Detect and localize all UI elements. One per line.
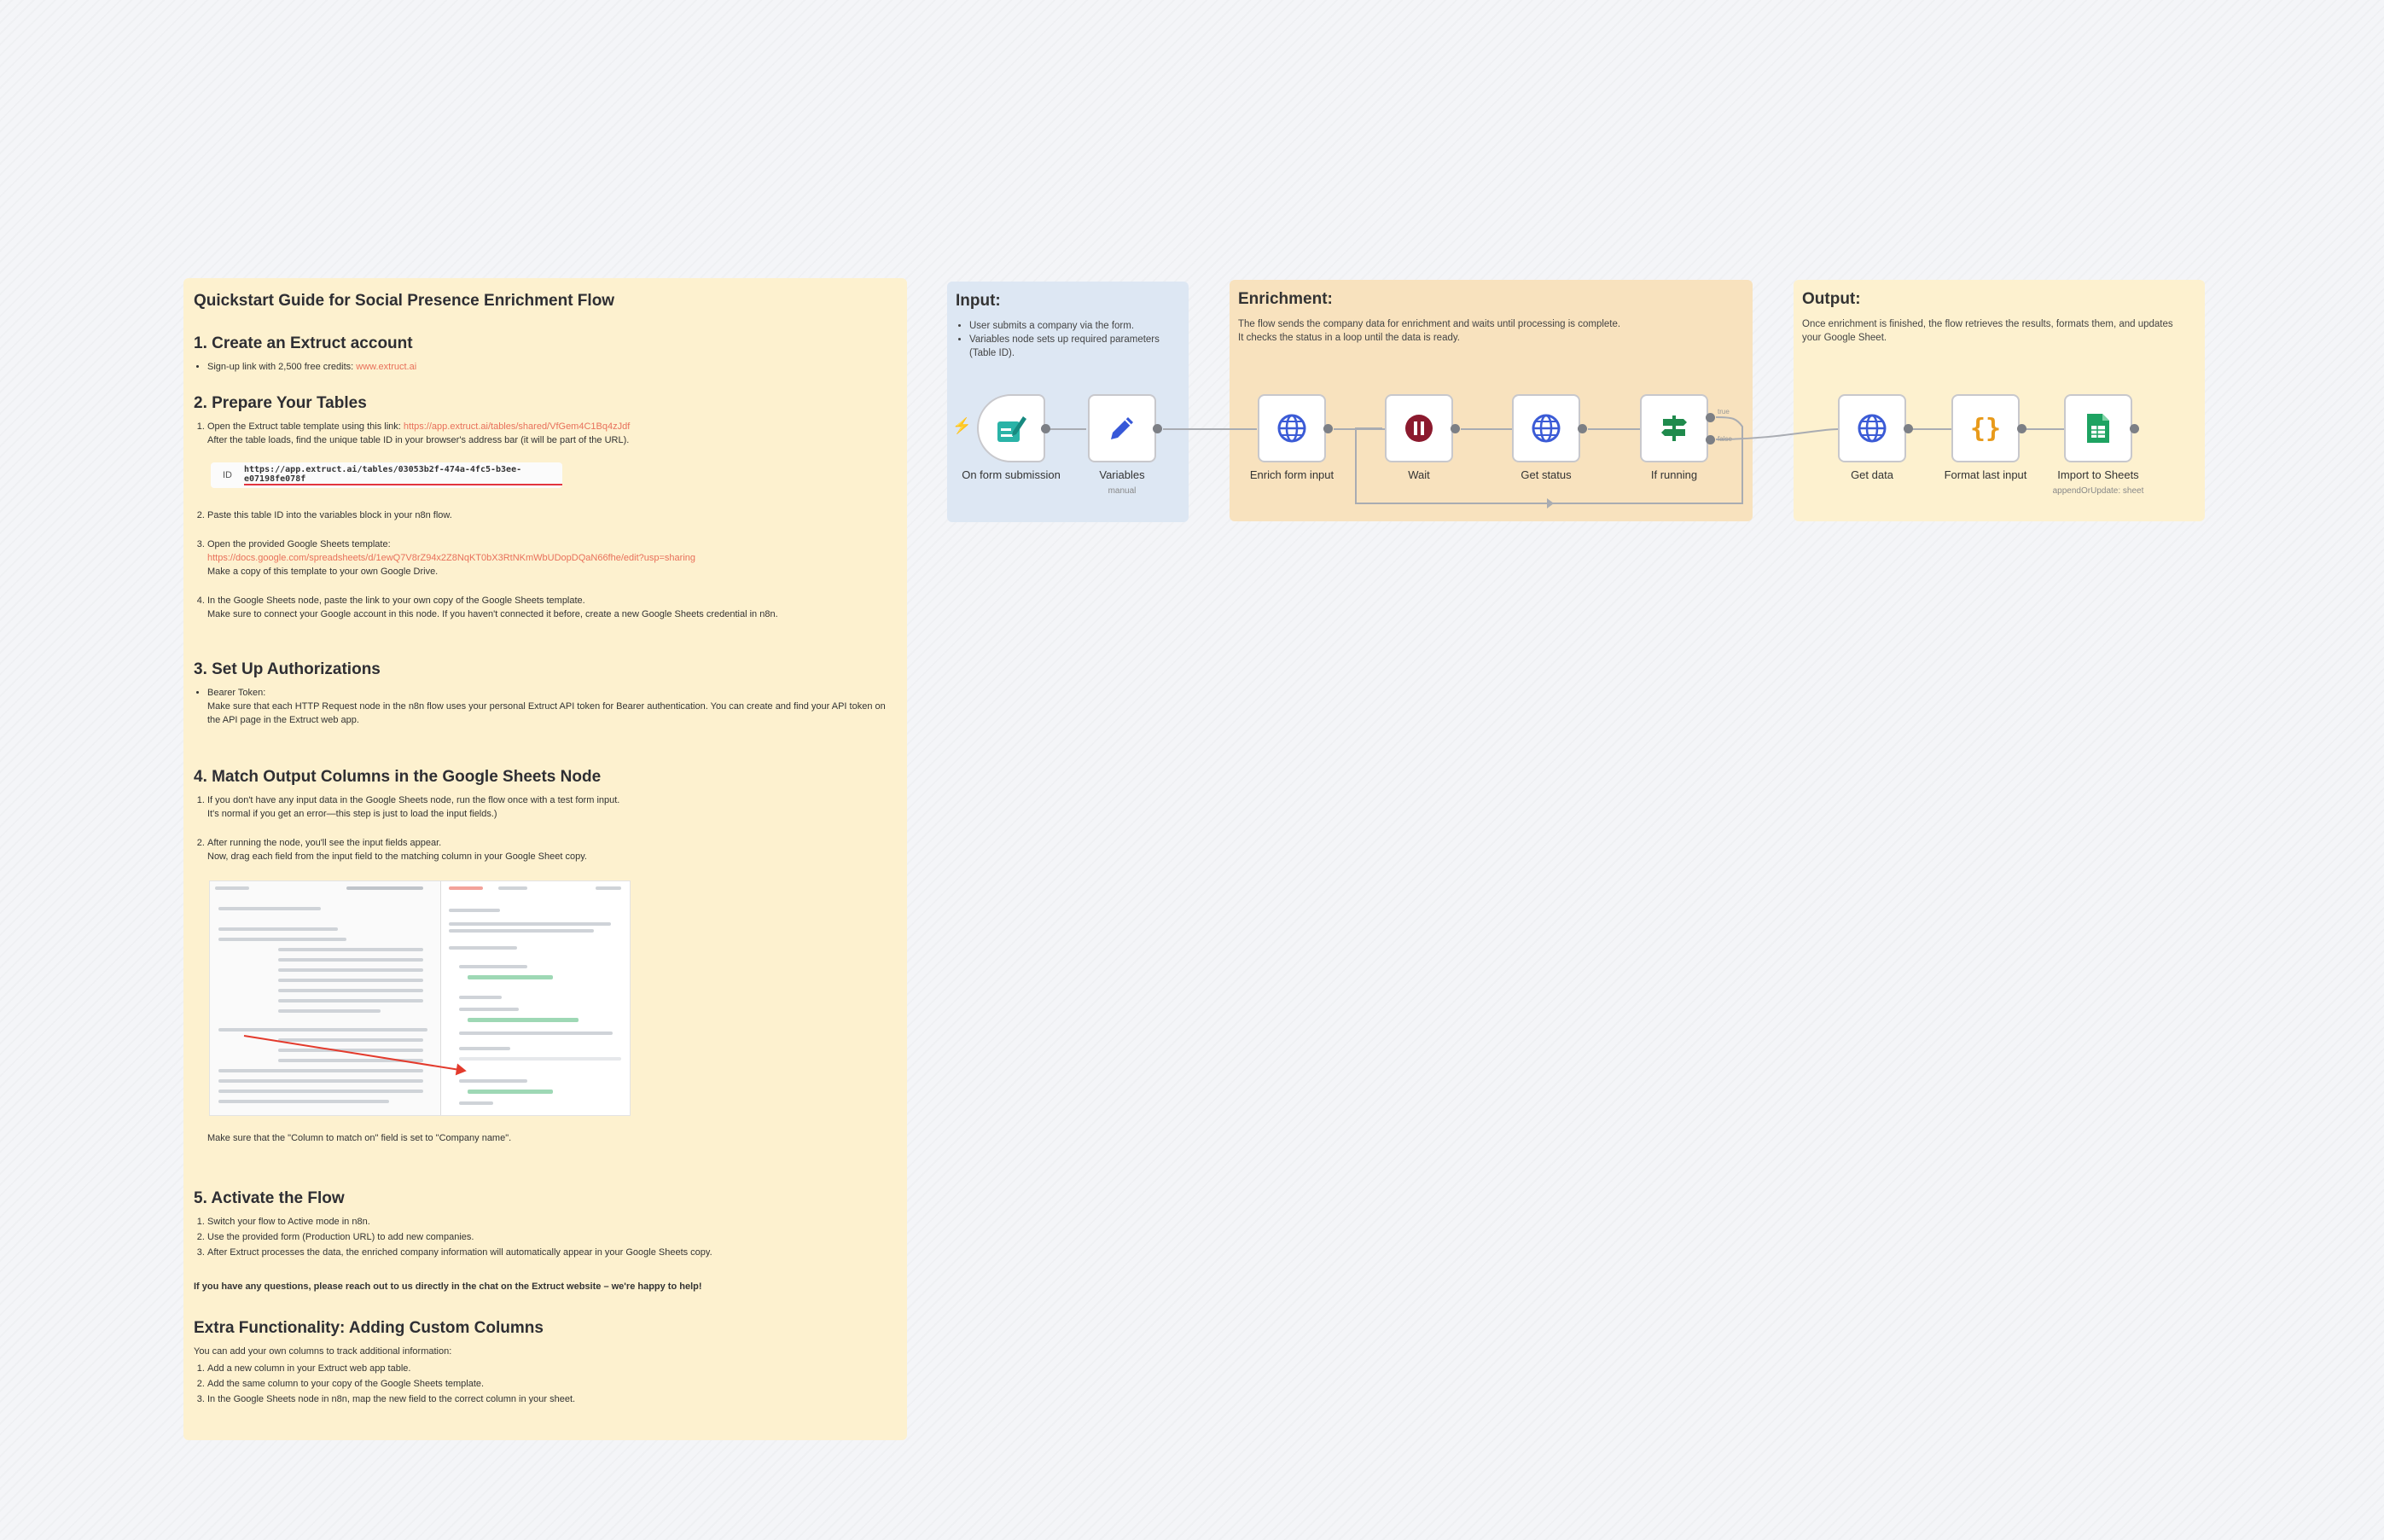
branch-icon xyxy=(1661,416,1687,441)
node-label: Format last input xyxy=(1944,468,2027,481)
node-subtitle: appendOrUpdate: sheet xyxy=(2052,486,2144,496)
false-branch-label: false xyxy=(1718,435,1732,443)
node-on-form-submission[interactable] xyxy=(977,394,1045,462)
node-label: Import to Sheets xyxy=(2057,468,2139,481)
node-enrich-form-input[interactable] xyxy=(1258,394,1326,462)
trigger-bolt-icon: ⚡ xyxy=(952,417,972,434)
sheets-icon xyxy=(2087,414,2109,443)
output-handle[interactable] xyxy=(1153,424,1162,433)
globe-icon xyxy=(1277,414,1306,443)
false-output-handle[interactable] xyxy=(1706,435,1715,445)
braces-icon: {} xyxy=(1969,413,2002,444)
node-variables[interactable] xyxy=(1088,394,1156,462)
true-branch-label: true xyxy=(1718,408,1730,416)
node-get-status[interactable] xyxy=(1512,394,1580,462)
node-label: On form submission xyxy=(962,468,1061,481)
output-handle[interactable] xyxy=(2017,424,2026,433)
output-handle[interactable] xyxy=(2130,424,2139,433)
form-icon xyxy=(997,416,1026,442)
node-label: If running xyxy=(1650,468,1698,481)
node-import-to-sheets[interactable] xyxy=(2064,394,2132,462)
output-handle[interactable] xyxy=(1041,424,1050,433)
output-handle[interactable] xyxy=(1451,424,1460,433)
pause-icon xyxy=(1405,415,1433,442)
node-label: Wait xyxy=(1408,468,1430,481)
node-subtitle: manual xyxy=(1108,486,1137,496)
output-handle[interactable] xyxy=(1578,424,1587,433)
true-output-handle[interactable] xyxy=(1706,413,1715,422)
node-format-last-input[interactable]: {} xyxy=(1951,394,2020,462)
node-if-running[interactable] xyxy=(1640,394,1708,462)
loop-wires xyxy=(1355,416,1839,508)
node-get-data[interactable] xyxy=(1838,394,1906,462)
node-label: Get data xyxy=(1851,468,1893,481)
node-label: Enrich form input xyxy=(1249,468,1334,481)
node-label: Variables xyxy=(1099,468,1145,481)
node-wait[interactable] xyxy=(1385,394,1453,462)
node-label: Get status xyxy=(1521,468,1572,481)
globe-icon xyxy=(1532,414,1561,443)
globe-icon xyxy=(1858,414,1887,443)
output-handle[interactable] xyxy=(1323,424,1333,433)
pencil-icon xyxy=(1111,417,1133,439)
output-handle[interactable] xyxy=(1904,424,1913,433)
